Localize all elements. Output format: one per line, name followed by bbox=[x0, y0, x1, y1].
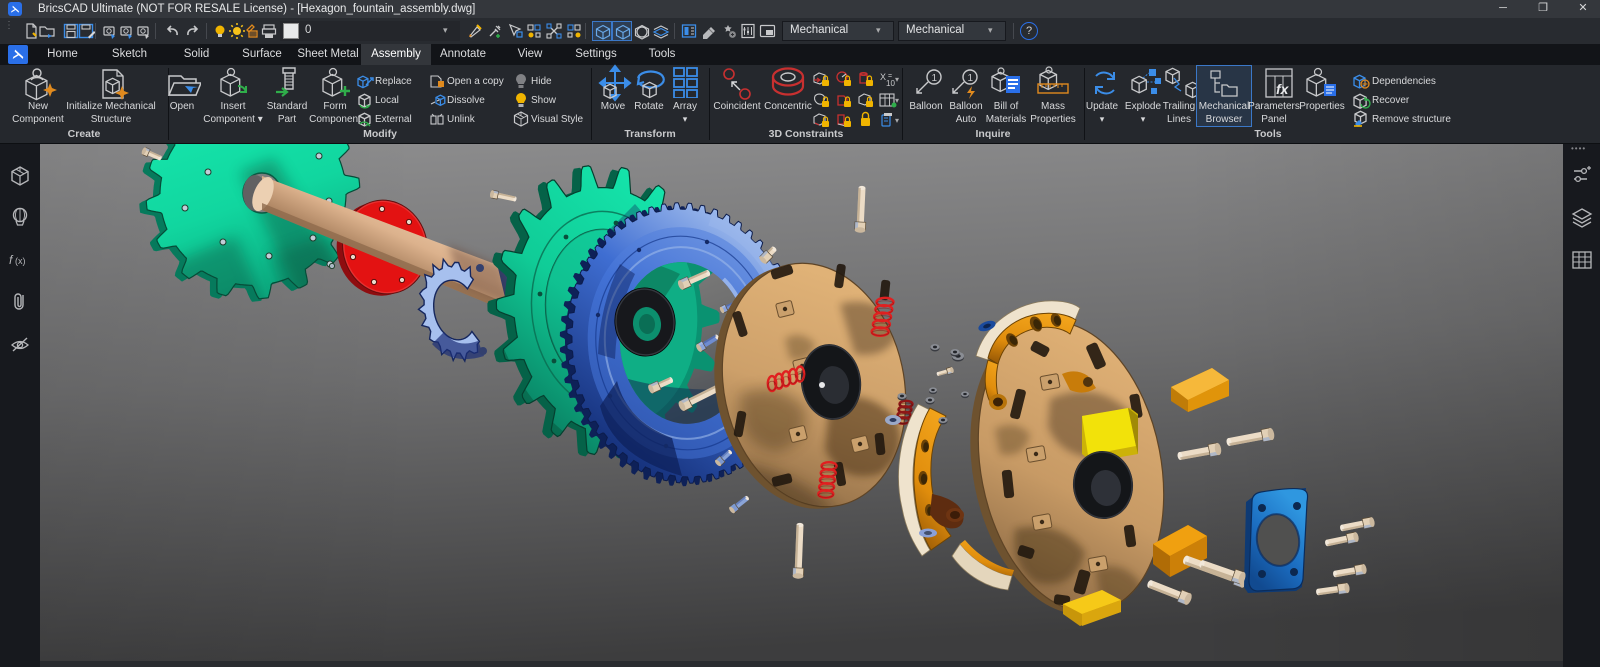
svg-text:1: 1 bbox=[932, 73, 938, 84]
svg-text:1: 1 bbox=[968, 73, 974, 84]
svg-text:f: f bbox=[9, 253, 14, 267]
svg-text:(x): (x) bbox=[15, 256, 26, 266]
svg-text:fx: fx bbox=[1276, 81, 1290, 97]
